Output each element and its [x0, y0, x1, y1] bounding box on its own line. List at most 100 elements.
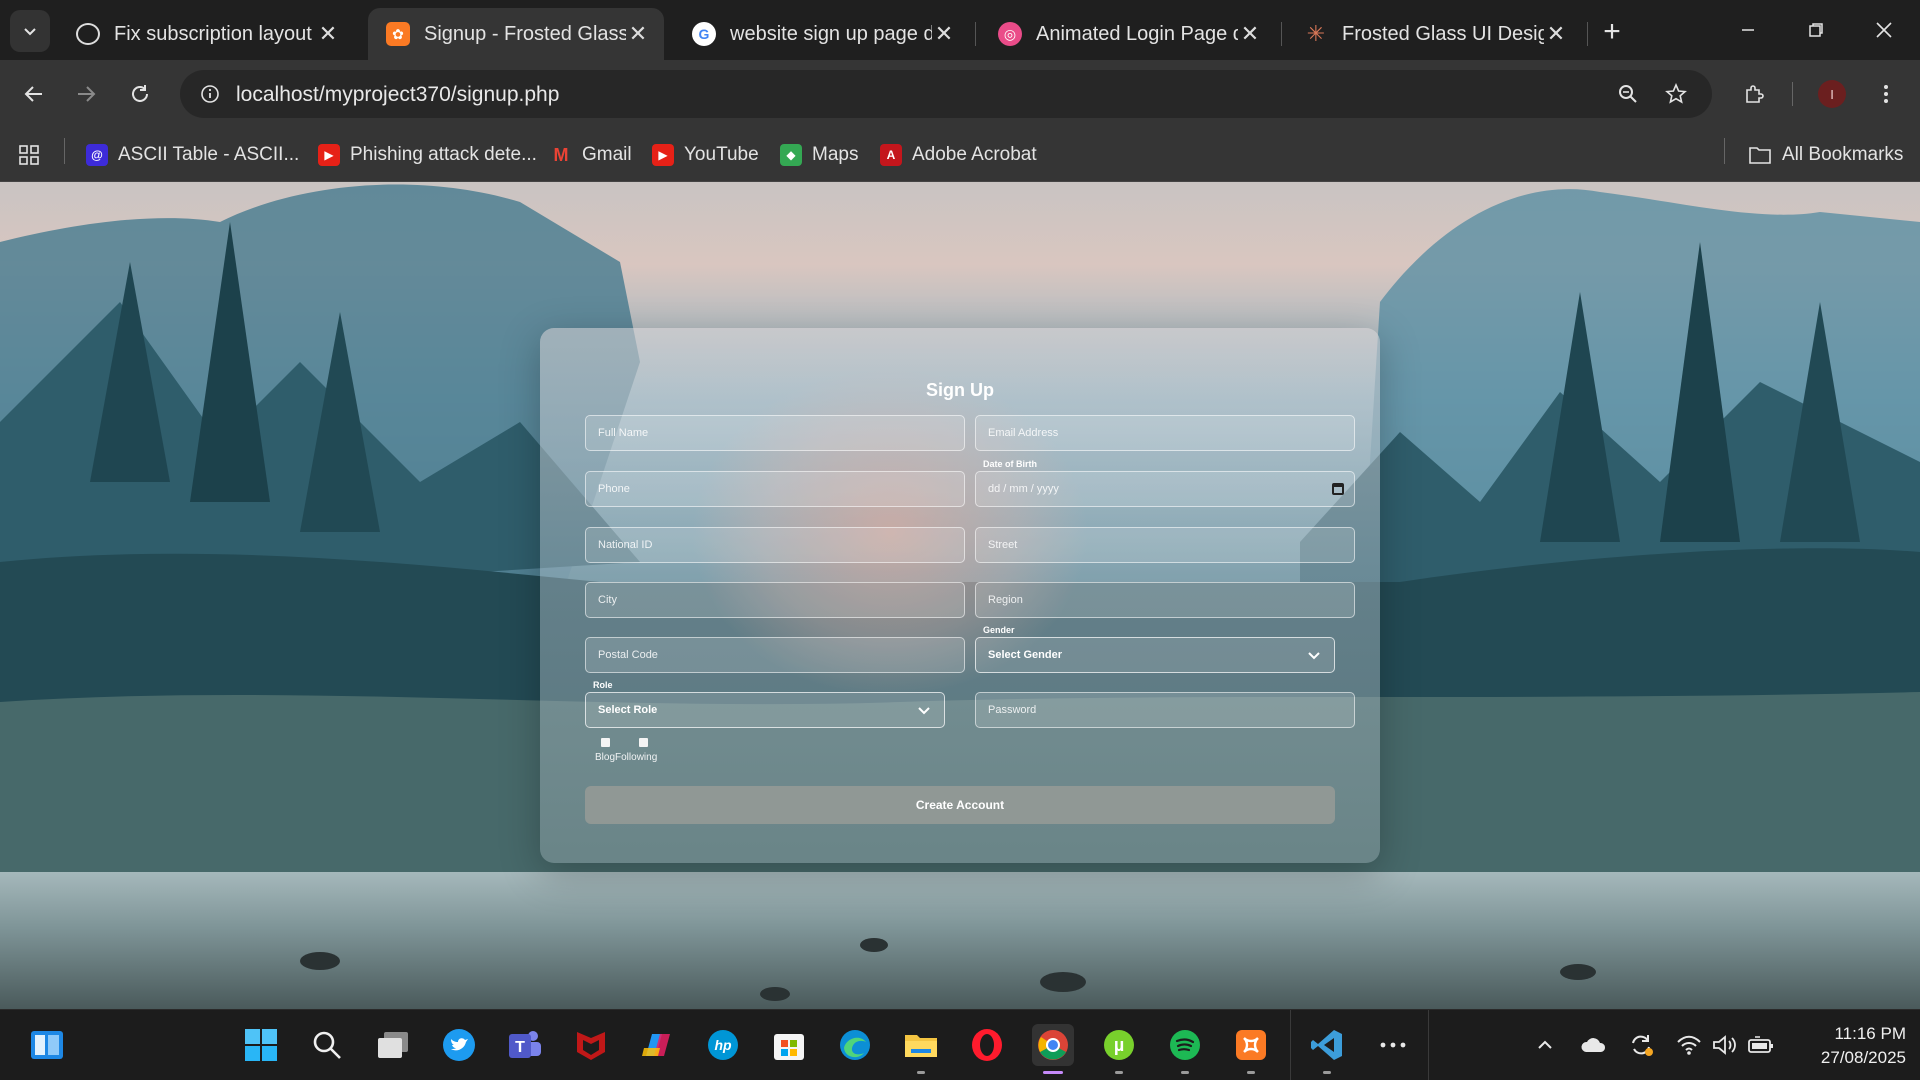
twitter-app[interactable]: [438, 1024, 480, 1066]
phone-input[interactable]: Phone: [585, 471, 965, 507]
onedrive-tray[interactable]: [1578, 1030, 1608, 1060]
reload-button[interactable]: [120, 74, 160, 114]
bookmark-gmail[interactable]: M Gmail: [550, 140, 632, 170]
postal-code-input[interactable]: Postal Code: [585, 637, 965, 673]
browser-toolbar: localhost/myproject370/signup.php I: [0, 60, 1920, 128]
chevron-down-icon: [24, 28, 36, 36]
minimize-button[interactable]: [1720, 10, 1776, 50]
maps-icon: ◆: [780, 144, 802, 166]
bookmark-ascii-table[interactable]: @ ASCII Table - ASCII...: [86, 140, 299, 170]
tree-shape: [90, 262, 170, 482]
email-input[interactable]: Email Address: [975, 415, 1355, 451]
running-indicator: [1247, 1071, 1255, 1074]
opera-app[interactable]: [966, 1024, 1008, 1066]
url-text[interactable]: localhost/myproject370/signup.php: [236, 83, 559, 107]
taskbar-divider: [1290, 1010, 1291, 1080]
restore-button[interactable]: [1788, 10, 1844, 50]
widgets-button[interactable]: [26, 1024, 68, 1066]
sync-tray[interactable]: [1626, 1030, 1656, 1060]
date-of-birth-input[interactable]: dd / mm / yyyy: [975, 471, 1355, 507]
bookmark-maps[interactable]: ◆ Maps: [780, 140, 858, 170]
file-explorer-app[interactable]: [900, 1024, 942, 1074]
mcafee-app[interactable]: [570, 1024, 612, 1066]
more-apps-button[interactable]: [1372, 1024, 1414, 1066]
tree-shape: [300, 312, 380, 532]
close-icon[interactable]: ✕: [1238, 21, 1262, 46]
battery-tray[interactable]: [1746, 1030, 1776, 1060]
close-icon[interactable]: ✕: [626, 21, 650, 46]
region-placeholder: Region: [988, 594, 1023, 606]
tab-search-button[interactable]: [10, 10, 50, 52]
site-info-button[interactable]: [194, 78, 226, 110]
gender-select[interactable]: Select Gender: [975, 637, 1335, 673]
street-input[interactable]: Street: [975, 527, 1355, 563]
apps-button[interactable]: [18, 140, 40, 170]
wifi-tray[interactable]: [1674, 1030, 1704, 1060]
chrome-icon: [1038, 1030, 1068, 1060]
all-bookmarks-button[interactable]: All Bookmarks: [1748, 140, 1903, 170]
forward-button[interactable]: [66, 74, 106, 114]
extensions-button[interactable]: [1734, 74, 1774, 114]
create-account-button[interactable]: Create Account: [585, 786, 1335, 824]
tab-signup-frosted-glass[interactable]: ✿ Signup - Frosted Glass ✕: [368, 8, 664, 60]
system-clock[interactable]: 11:16 PM 27/08/2025: [1796, 1022, 1906, 1070]
blog-checkbox[interactable]: [601, 738, 610, 747]
task-view-button[interactable]: [372, 1024, 414, 1066]
chrome-app[interactable]: [1032, 1024, 1074, 1074]
bookmark-label: Gmail: [582, 144, 632, 165]
edge-app[interactable]: [834, 1024, 876, 1066]
tab-title: Fix subscription layout: [114, 22, 312, 45]
role-select[interactable]: Select Role: [585, 692, 945, 728]
bookmark-adobe-acrobat[interactable]: A Adobe Acrobat: [880, 140, 1037, 170]
following-checkbox[interactable]: [639, 738, 648, 747]
bookmark-star-button[interactable]: [1660, 78, 1692, 110]
email-placeholder: Email Address: [988, 427, 1059, 439]
national-id-placeholder: National ID: [598, 539, 653, 551]
region-input[interactable]: Region: [975, 582, 1355, 618]
tab-animated-login[interactable]: ◎ Animated Login Page de ✕: [980, 8, 1276, 60]
password-input[interactable]: Password: [975, 692, 1355, 728]
search-button[interactable]: [306, 1024, 348, 1066]
bookmark-phishing-attack[interactable]: ▶ Phishing attack dete...: [318, 140, 537, 170]
utorrent-app[interactable]: µ: [1098, 1024, 1140, 1074]
hp-app[interactable]: hp: [702, 1024, 744, 1066]
close-icon[interactable]: ✕: [316, 21, 340, 46]
national-id-input[interactable]: National ID: [585, 527, 965, 563]
arrow-left-icon: [24, 86, 42, 102]
task-view-icon: [378, 1032, 408, 1058]
vscode-app[interactable]: [1306, 1024, 1348, 1074]
show-hidden-icons-button[interactable]: [1530, 1030, 1560, 1060]
wifi-icon: [1677, 1035, 1701, 1055]
start-button[interactable]: [240, 1024, 282, 1066]
tab-frosted-glass-ui[interactable]: ✳ Frosted Glass UI Design - ✕: [1286, 8, 1582, 60]
vscode-icon: [1311, 1030, 1342, 1060]
microsoft-store-app[interactable]: [768, 1024, 810, 1066]
menu-button[interactable]: [1866, 74, 1906, 114]
copilot-app[interactable]: [636, 1024, 678, 1066]
xampp-app[interactable]: [1230, 1024, 1272, 1074]
ascii-icon: @: [86, 144, 108, 166]
teams-app[interactable]: T: [504, 1024, 546, 1066]
zoom-button[interactable]: [1612, 78, 1644, 110]
tab-website-signup[interactable]: G website sign up page de ✕: [674, 8, 970, 60]
address-bar[interactable]: localhost/myproject370/signup.php: [180, 70, 1712, 118]
profile-avatar[interactable]: I: [1818, 80, 1846, 108]
bookmark-youtube[interactable]: ▶ YouTube: [652, 140, 759, 170]
rock: [300, 952, 340, 970]
postal-code-placeholder: Postal Code: [598, 649, 658, 661]
city-input[interactable]: City: [585, 582, 965, 618]
full-name-input[interactable]: Full Name: [585, 415, 965, 451]
close-icon[interactable]: ✕: [1544, 21, 1568, 46]
tab-fix-subscription[interactable]: Fix subscription layout ✕: [58, 8, 354, 60]
close-icon: [1876, 22, 1892, 38]
new-tab-button[interactable]: +: [1594, 14, 1630, 50]
checkbox-labels: BlogFollowing: [595, 752, 658, 763]
calendar-icon[interactable]: [1332, 483, 1344, 495]
gender-label: Gender: [983, 625, 1015, 635]
signup-card: Sign Up Full Name Email Address Phone Da…: [540, 328, 1380, 863]
back-button[interactable]: [14, 74, 54, 114]
close-icon[interactable]: ✕: [932, 21, 956, 46]
spotify-app[interactable]: [1164, 1024, 1206, 1074]
window-close-button[interactable]: [1856, 10, 1912, 50]
volume-tray[interactable]: [1710, 1030, 1740, 1060]
